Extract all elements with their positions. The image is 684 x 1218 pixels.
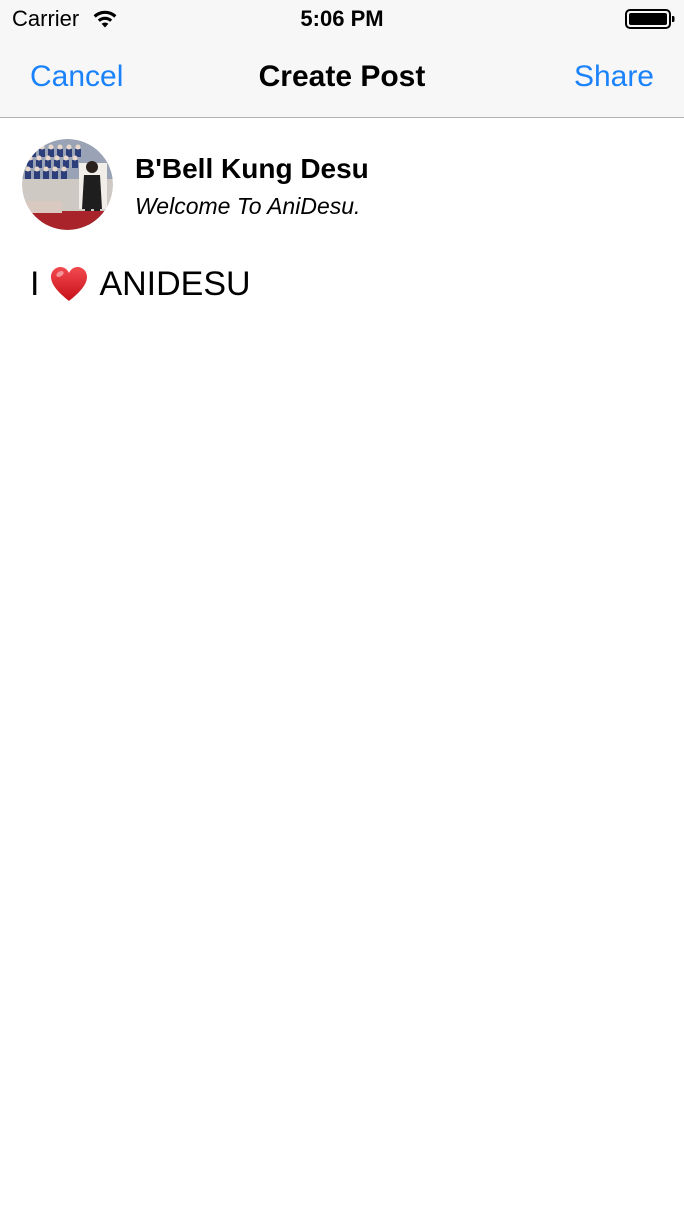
status-time: 5:06 PM bbox=[300, 6, 384, 31]
battery-icon bbox=[625, 9, 675, 29]
share-button[interactable]: Share bbox=[574, 58, 654, 96]
post-text-start: I bbox=[30, 265, 40, 303]
post-text-editor[interactable]: I ANIDESU bbox=[30, 262, 654, 306]
heart-icon bbox=[51, 267, 88, 301]
status-bar: Carrier 5:06 PM bbox=[0, 0, 684, 40]
create-post-screen: Carrier 5:06 PM Cancel Create Post Share bbox=[0, 0, 684, 1218]
author-name: B'Bell Kung Desu bbox=[135, 153, 369, 184]
author-subtitle: Welcome To AniDesu. bbox=[135, 193, 361, 219]
post-text-end: ANIDESU bbox=[99, 265, 251, 303]
avatar[interactable] bbox=[22, 139, 113, 230]
post-author-header: B'Bell Kung Desu Welcome To AniDesu. bbox=[0, 118, 684, 240]
navigation-bar: Cancel Create Post Share bbox=[0, 40, 684, 118]
avatar-image bbox=[22, 139, 113, 230]
